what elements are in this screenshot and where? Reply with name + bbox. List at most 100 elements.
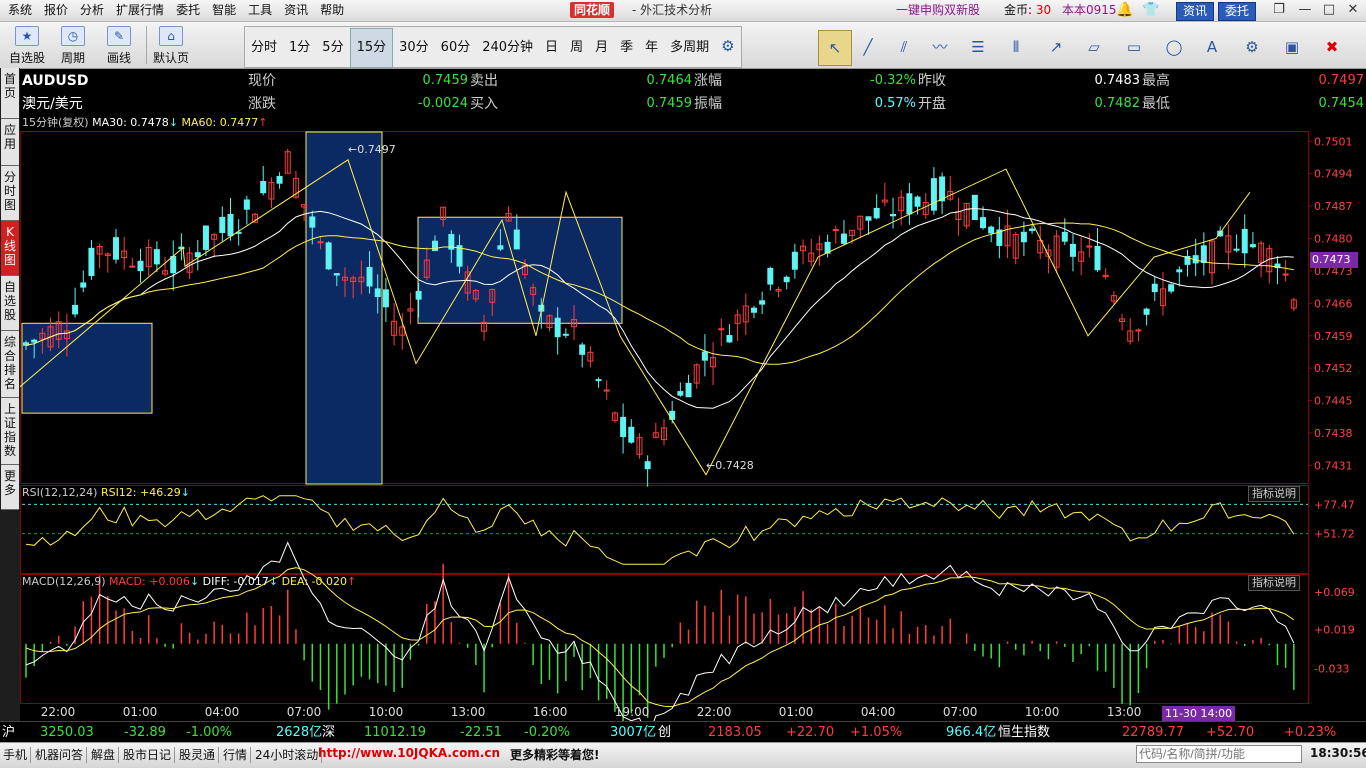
bottom-robot-qa[interactable]: 机器问答 — [32, 747, 88, 763]
macd-panel: +0.069 +0.019 -0.033 — [25, 541, 1355, 721]
candle-body — [1135, 329, 1142, 332]
sz-index[interactable]: 11012.19 — [364, 722, 426, 743]
bottom-diary[interactable]: 股市日记 — [120, 747, 176, 763]
period-60min[interactable]: 60分 — [435, 29, 477, 67]
period-5min[interactable]: 5分 — [316, 29, 349, 67]
period-multi[interactable]: 多周期 — [664, 29, 715, 67]
sz-change: -22.51 — [460, 725, 502, 740]
arrow-tool-icon[interactable]: ↗ — [1040, 30, 1072, 64]
restore-icon[interactable]: ❐ — [1270, 2, 1288, 18]
bottom-quotes[interactable]: 行情 — [220, 747, 252, 763]
default-page-button[interactable]: ⌂ 默认页 — [150, 24, 192, 66]
bottom-stock-alert[interactable]: 股灵通 — [176, 747, 220, 763]
search-input[interactable] — [1136, 745, 1302, 763]
coins-display: 金币: 30 — [1004, 0, 1051, 21]
tab-kline-chart[interactable]: K线图 — [1, 221, 19, 276]
delete-drawing-icon[interactable]: ✖ — [1316, 30, 1348, 64]
sh-change: -32.89 — [124, 725, 166, 740]
candle-body — [366, 267, 373, 287]
maximize-icon[interactable]: □ — [1320, 2, 1338, 18]
tab-apps[interactable]: 应用 — [1, 119, 19, 166]
sz-volume: 3007亿 — [610, 725, 657, 740]
promo-url[interactable]: http://www.10JQKA.com.cn — [318, 746, 500, 760]
period-timeshare[interactable]: 分时 — [245, 29, 283, 67]
period-month[interactable]: 月 — [589, 29, 614, 67]
period-button[interactable]: ◷ 周期 — [52, 24, 94, 66]
low-annotation-value: 0.7428 — [715, 459, 754, 472]
period-year[interactable]: 年 — [639, 29, 664, 67]
news-button[interactable]: 资讯 — [1176, 2, 1215, 21]
tab-ranking[interactable]: 综合排名 — [1, 331, 19, 398]
rsi-down-arrow-icon: ↓ — [180, 486, 190, 499]
menu-trade[interactable]: 委托 — [170, 0, 206, 21]
menu-news[interactable]: 资讯 — [278, 0, 314, 21]
menu-help[interactable]: 帮助 — [314, 0, 350, 21]
trade-button[interactable]: 委托 — [1218, 2, 1257, 21]
period-week[interactable]: 周 — [564, 29, 589, 67]
shirt-icon[interactable]: 👕 — [1142, 2, 1159, 18]
candle-body — [1086, 245, 1093, 248]
candle-body — [767, 267, 774, 285]
candle-body — [317, 241, 324, 244]
menu-analysis[interactable]: 分析 — [74, 0, 110, 21]
time-axis: 22:00 01:00 04:00 07:00 10:00 13:00 16:00 19:00… — [41, 705, 1224, 719]
period-1min[interactable]: 1分 — [283, 29, 316, 67]
macd-help-button[interactable]: 指标说明 — [1248, 575, 1300, 591]
draw-line-button[interactable]: ✎ 画线 — [98, 24, 140, 66]
time-tick-label: 13:00 — [451, 705, 486, 719]
close-icon[interactable]: ✕ — [1344, 2, 1362, 18]
draw-settings-icon[interactable]: ⚙ — [1236, 30, 1268, 64]
cursor-price-tag: 0.7473 — [1310, 252, 1358, 268]
period-quarter[interactable]: 季 — [614, 29, 639, 67]
time-tick-label: 13:00 — [1107, 705, 1142, 719]
candle-body — [202, 225, 209, 250]
menu-system[interactable]: 系统 — [2, 0, 38, 21]
bell-icon[interactable]: 🔔 — [1116, 2, 1133, 18]
label-high: 最高 — [1142, 73, 1170, 89]
candle-body — [309, 216, 316, 228]
sh-index[interactable]: 3250.03 — [40, 722, 94, 743]
text-tool-icon[interactable]: A — [1196, 30, 1228, 64]
favorites-button[interactable]: ★ 自选股 — [6, 24, 48, 66]
menu-tools[interactable]: 工具 — [242, 0, 278, 21]
minimize-icon[interactable]: — — [1296, 2, 1314, 18]
candle-body — [1143, 308, 1150, 315]
dea-value: DEA: -0.020 — [281, 575, 347, 588]
fibonacci-tool-icon[interactable]: ☰ — [962, 30, 994, 64]
candle-body — [276, 175, 283, 184]
tab-watchlist[interactable]: 自选股 — [1, 276, 19, 331]
ellipse-tool-icon[interactable]: ◯ — [1158, 30, 1190, 64]
bottom-mobile[interactable]: 手机 — [0, 747, 32, 763]
rsi-help-button[interactable]: 指标说明 — [1248, 486, 1300, 502]
hs-index[interactable]: 22789.77 — [1122, 722, 1184, 743]
settings-gear-icon[interactable]: ⚙ — [715, 27, 740, 65]
tab-home[interactable]: 首页 — [1, 68, 19, 119]
tab-more[interactable]: 更多 — [1, 465, 19, 510]
channel-tool-icon[interactable]: ▱ — [1078, 30, 1110, 64]
candle-body — [644, 461, 651, 470]
period-day[interactable]: 日 — [539, 29, 564, 67]
menu-smart[interactable]: 智能 — [206, 0, 242, 21]
default-page-label: 默认页 — [152, 51, 189, 65]
menu-quote[interactable]: 报价 — [38, 0, 74, 21]
bottom-24h-rolling[interactable]: 24小时滚动 — [252, 747, 323, 763]
candle-body — [562, 333, 569, 336]
period-15min[interactable]: 15分 — [349, 28, 394, 68]
period-240min[interactable]: 240分钟 — [476, 29, 539, 67]
cy-index[interactable]: 2183.05 — [708, 722, 762, 743]
promo-link[interactable]: 一键申购双新股 — [896, 0, 980, 21]
tab-sh-index[interactable]: 上证指数 — [1, 398, 19, 465]
parallel-tool-icon[interactable]: ⫽ — [888, 30, 920, 64]
wave-tool-icon[interactable]: 〰 — [924, 30, 956, 64]
rectangle-tool-icon[interactable]: ▭ — [1118, 30, 1150, 64]
cursor-tool-icon[interactable]: ↖ — [818, 30, 852, 66]
menu-extended-quotes[interactable]: 扩展行情 — [110, 0, 170, 21]
tab-timeshare-chart[interactable]: 分时图 — [1, 166, 19, 221]
candle-body — [260, 180, 267, 194]
cycle-tool-icon[interactable]: ⦀ — [1000, 30, 1032, 64]
period-30min[interactable]: 30分 — [393, 29, 435, 67]
save-drawing-icon[interactable]: ▣ — [1276, 30, 1308, 64]
kline-chart[interactable]: 0.7501 0.7494 0.7487 0.7480 0.7473 0.7466 0.74… — [20, 118, 1366, 721]
bottom-commentary[interactable]: 解盘 — [88, 747, 120, 763]
line-tool-icon[interactable]: ╱ — [852, 30, 884, 64]
